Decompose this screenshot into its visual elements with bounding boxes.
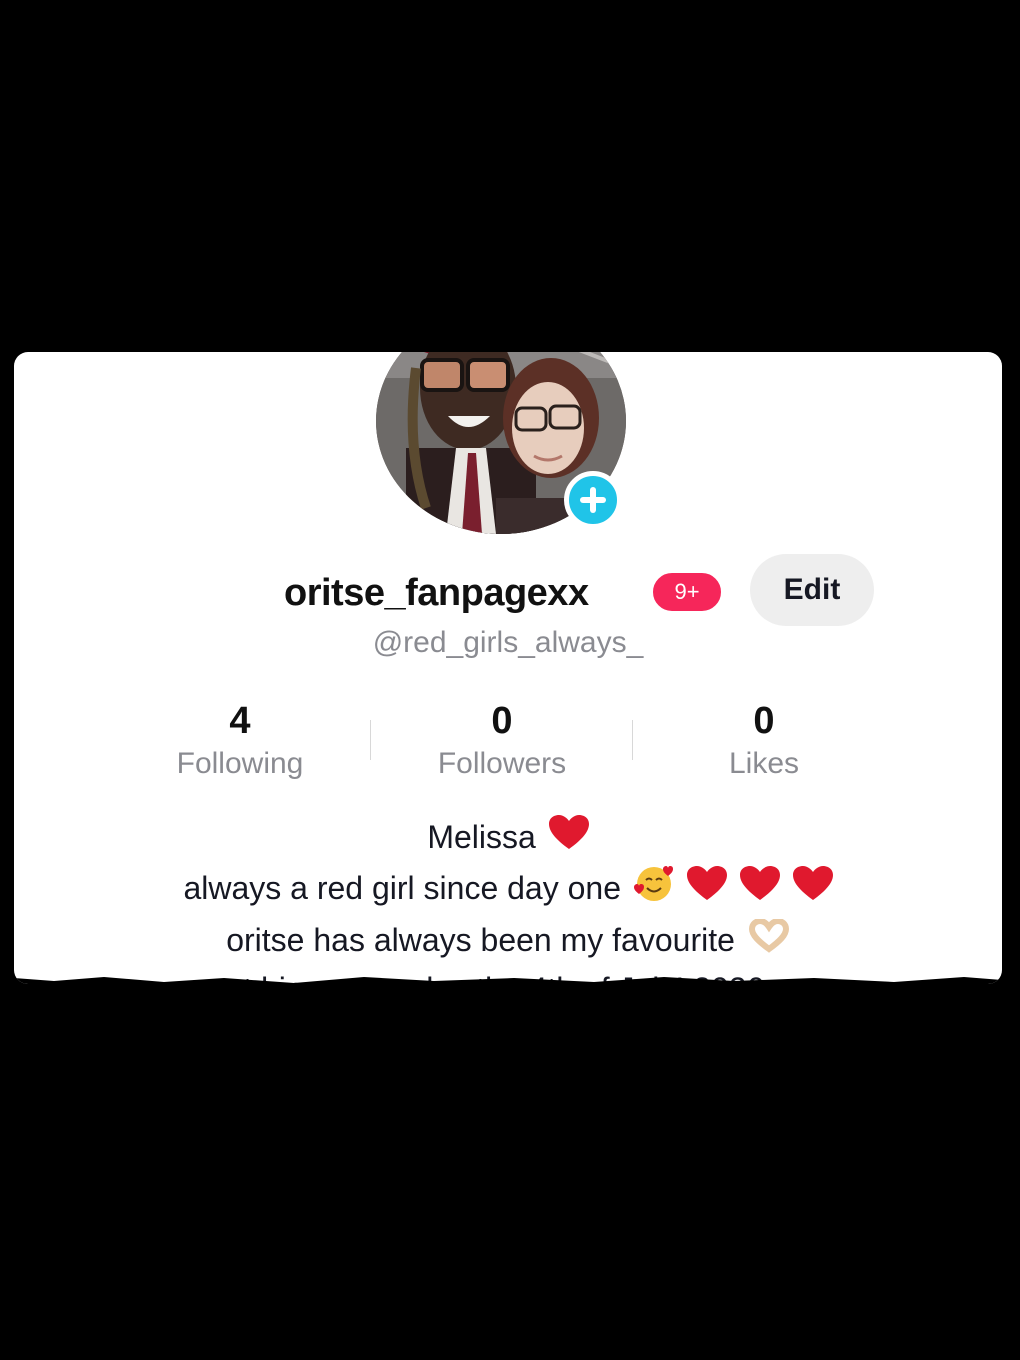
red-heart-icon (548, 815, 589, 864)
user-handle: @red_girls_always_ (372, 626, 644, 659)
add-avatar-button[interactable] (564, 471, 622, 529)
stat-following-label: Following (176, 747, 304, 780)
heart-hands-icon (748, 918, 790, 966)
torn-edge (14, 977, 1002, 984)
stat-followers-label: Followers (437, 747, 567, 780)
stat-likes-label: Likes (728, 747, 800, 780)
bio-text: oritse has always been my favourite (226, 922, 735, 959)
smiling-face-with-hearts-icon (633, 864, 674, 917)
name-row: oritse_fanpagexx 9+ Edit (14, 552, 1002, 632)
stat-following-count: 4 (229, 700, 251, 742)
stat-likes-count: 0 (753, 700, 775, 742)
avatar-container (376, 352, 626, 534)
bio: Melissa always a red girl since day one (14, 814, 1002, 984)
red-heart-icon (686, 866, 727, 915)
bio-text: always a red girl since day one (183, 870, 621, 906)
stat-following[interactable]: 4 Following (110, 698, 370, 784)
stats-row: 4 Following 0 Followers 0 Likes (110, 698, 890, 788)
bio-line: oritse has always been my favourite (14, 917, 1002, 966)
notification-badge[interactable]: 9+ (650, 570, 724, 614)
stat-likes[interactable]: 0 Likes (634, 698, 894, 784)
stat-divider (370, 720, 371, 760)
profile-card: oritse_fanpagexx 9+ Edit @red_girls_alwa… (14, 352, 1002, 984)
stat-followers-count: 0 (491, 700, 513, 742)
stat-divider (632, 720, 633, 760)
bio-line: Melissa (14, 814, 1002, 864)
bio-text: Melissa (427, 819, 536, 855)
red-heart-icon (792, 866, 833, 915)
edit-profile-button[interactable]: Edit (750, 554, 874, 626)
red-heart-icon (739, 866, 780, 915)
stat-followers[interactable]: 0 Followers (372, 698, 632, 784)
bio-line: always a red girl since day one (14, 864, 1002, 917)
plus-icon (580, 487, 606, 513)
username: oritse_fanpagexx (284, 572, 589, 614)
